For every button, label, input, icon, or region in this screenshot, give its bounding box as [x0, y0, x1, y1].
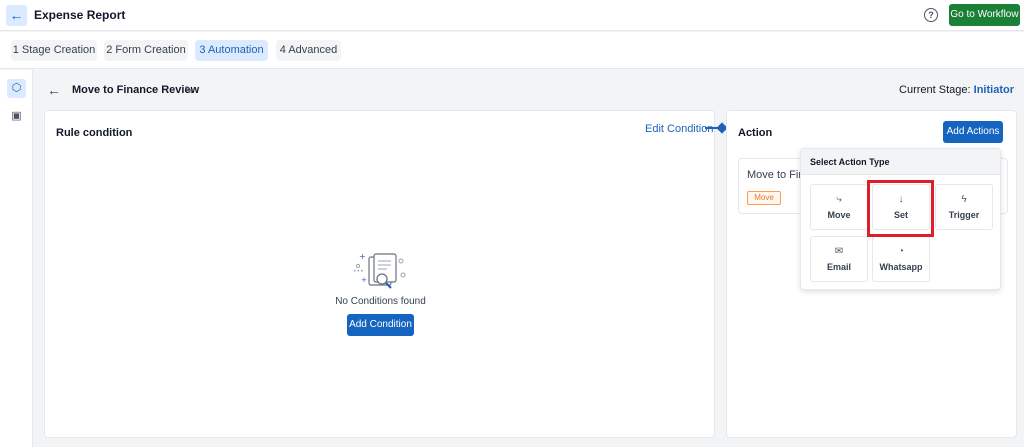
go-to-workflow-button[interactable]: Go to Workflow	[949, 4, 1020, 26]
current-stage: Current Stage: Initiator	[899, 84, 1014, 96]
tab-stage-creation[interactable]: 1 Stage Creation	[11, 40, 97, 61]
tab-advanced[interactable]: 4 Advanced	[276, 40, 341, 61]
dropdown-header: Select Action Type	[801, 149, 1000, 175]
tab-form-creation[interactable]: 2 Form Creation	[104, 40, 188, 61]
lightning-icon: ϟ	[961, 194, 967, 205]
mail-icon: ✉	[834, 246, 844, 257]
form-icon[interactable]: ▣	[7, 107, 26, 126]
dropdown-title: Select Action Type	[810, 157, 890, 167]
move-icon: ⤷	[836, 194, 842, 205]
help-circle-icon[interactable]: ?	[924, 8, 938, 22]
add-actions-button[interactable]: Add Actions	[943, 121, 1003, 143]
back-arrow-icon[interactable]: ←	[47, 82, 61, 98]
edit-condition-link[interactable]: Edit Condition	[645, 123, 714, 135]
action-option-label: Email	[826, 262, 851, 272]
current-stage-label: Current Stage:	[899, 84, 971, 96]
page-title: Expense Report	[34, 8, 126, 22]
rule-condition-panel: Rule condition Edit Condition + ••• + No…	[44, 110, 715, 438]
action-title: Action	[738, 127, 773, 139]
app-header: ← Expense Report ? Go to Workflow	[0, 0, 1024, 31]
rule-condition-title: Rule condition	[56, 127, 133, 139]
empty-documents-icon: + ••• +	[353, 252, 406, 289]
move-badge: Move	[747, 191, 781, 205]
cube-icon[interactable]: ⬡	[7, 79, 26, 98]
action-option-label: Move	[827, 210, 851, 220]
stage-name: Move to Finance Review	[72, 84, 200, 96]
add-condition-button[interactable]: Add Condition	[347, 314, 414, 336]
stepper-tabs: 1 Stage Creation 2 Form Creation 3 Autom…	[0, 32, 1024, 69]
action-option-label: Whatsapp	[879, 262, 923, 272]
empty-state-text: No Conditions found	[335, 296, 426, 307]
whatsapp-icon: ◔	[897, 246, 905, 257]
svg-text:+: +	[359, 252, 366, 261]
highlight-box	[867, 180, 934, 237]
side-rail: ⬡ ▣	[0, 70, 33, 447]
action-option-move[interactable]: ⤷ Move	[810, 184, 868, 230]
action-option-trigger[interactable]: ϟ Trigger	[935, 184, 993, 230]
tab-automation[interactable]: 3 Automation	[195, 40, 268, 61]
pencil-icon[interactable]: ✎	[184, 84, 193, 97]
action-option-whatsapp[interactable]: ◔ Whatsapp	[872, 236, 930, 282]
action-option-label: Trigger	[948, 210, 980, 220]
current-stage-value[interactable]: Initiator	[974, 84, 1014, 96]
svg-text:+: +	[361, 276, 367, 284]
action-option-email[interactable]: ✉ Email	[810, 236, 868, 282]
arrow-left-icon[interactable]: ←	[6, 5, 27, 26]
svg-text:•••: •••	[353, 268, 364, 275]
